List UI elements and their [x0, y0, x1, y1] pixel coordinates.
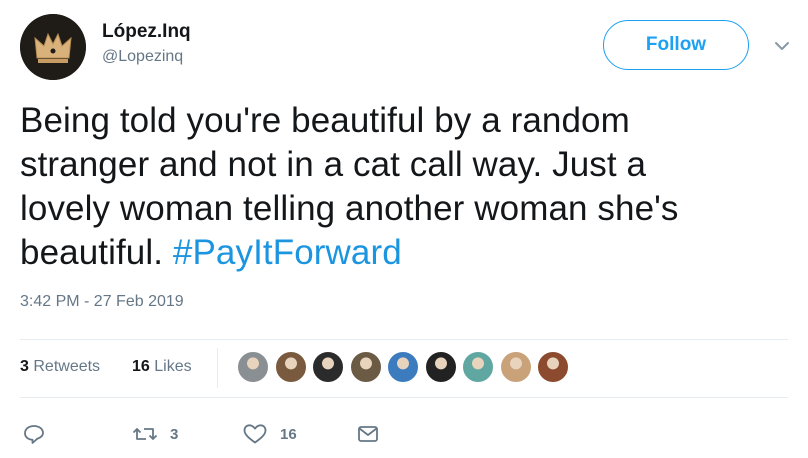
tweet-line: stranger and not in a cat call way. Just… [20, 145, 647, 184]
tweet-line: lovely woman telling another woman she's [20, 189, 679, 228]
like-count: 16 [280, 425, 297, 443]
like-button[interactable]: 16 [242, 422, 297, 446]
crown-icon [20, 14, 86, 80]
user-info: López.Inq @Lopezinq [102, 20, 191, 68]
liker-avatar[interactable] [498, 350, 533, 384]
reply-button[interactable] [22, 422, 46, 446]
chevron-down-icon[interactable] [770, 34, 794, 58]
likes-count: 16 [132, 358, 150, 375]
tweet-text: Being told you're beautiful by a random … [20, 99, 790, 275]
stats-separator [217, 348, 218, 388]
liker-avatar[interactable] [273, 350, 308, 384]
envelope-icon [358, 426, 378, 442]
direct-message-button[interactable] [356, 422, 380, 446]
tweet-header: López.Inq @Lopezinq Follow [20, 14, 800, 80]
retweets-stat[interactable]: 3 Retweets [20, 358, 100, 376]
liker-avatar[interactable] [386, 350, 420, 384]
tweet-stats: 3 Retweets 16 Likes [20, 340, 790, 396]
retweet-count: 3 [170, 425, 179, 443]
user-handle[interactable]: @Lopezinq [102, 46, 191, 68]
divider [20, 397, 788, 398]
reply-icon [24, 425, 44, 444]
likes-label: Likes [154, 358, 192, 375]
avatar[interactable] [20, 14, 86, 80]
likes-stat[interactable]: 16 Likes [132, 358, 192, 376]
liker-avatar[interactable] [311, 350, 345, 384]
tweet-actions: 3 16 [20, 420, 520, 450]
heart-icon [243, 424, 267, 444]
retweets-label: Retweets [33, 358, 101, 375]
liker-avatar[interactable] [236, 350, 270, 384]
retweet-icon [132, 428, 158, 440]
tweet-line-text: beautiful. [20, 233, 164, 272]
retweet-button[interactable]: 3 [132, 422, 178, 446]
tweet-line: Being told you're beautiful by a random [20, 101, 630, 140]
liker-avatar[interactable] [423, 350, 458, 384]
liker-avatar[interactable] [348, 350, 383, 384]
liker-avatar[interactable] [536, 350, 570, 384]
tweet-line-last: beautiful. #PayItForward [20, 231, 790, 275]
retweets-count: 3 [20, 358, 29, 375]
display-name[interactable]: López.Inq [102, 20, 191, 44]
hashtag-link[interactable]: #PayItForward [173, 233, 402, 272]
liker-avatar[interactable] [461, 350, 495, 384]
tweet-timestamp[interactable]: 3:42 PM - 27 Feb 2019 [20, 293, 184, 311]
follow-button[interactable]: Follow [603, 20, 749, 70]
